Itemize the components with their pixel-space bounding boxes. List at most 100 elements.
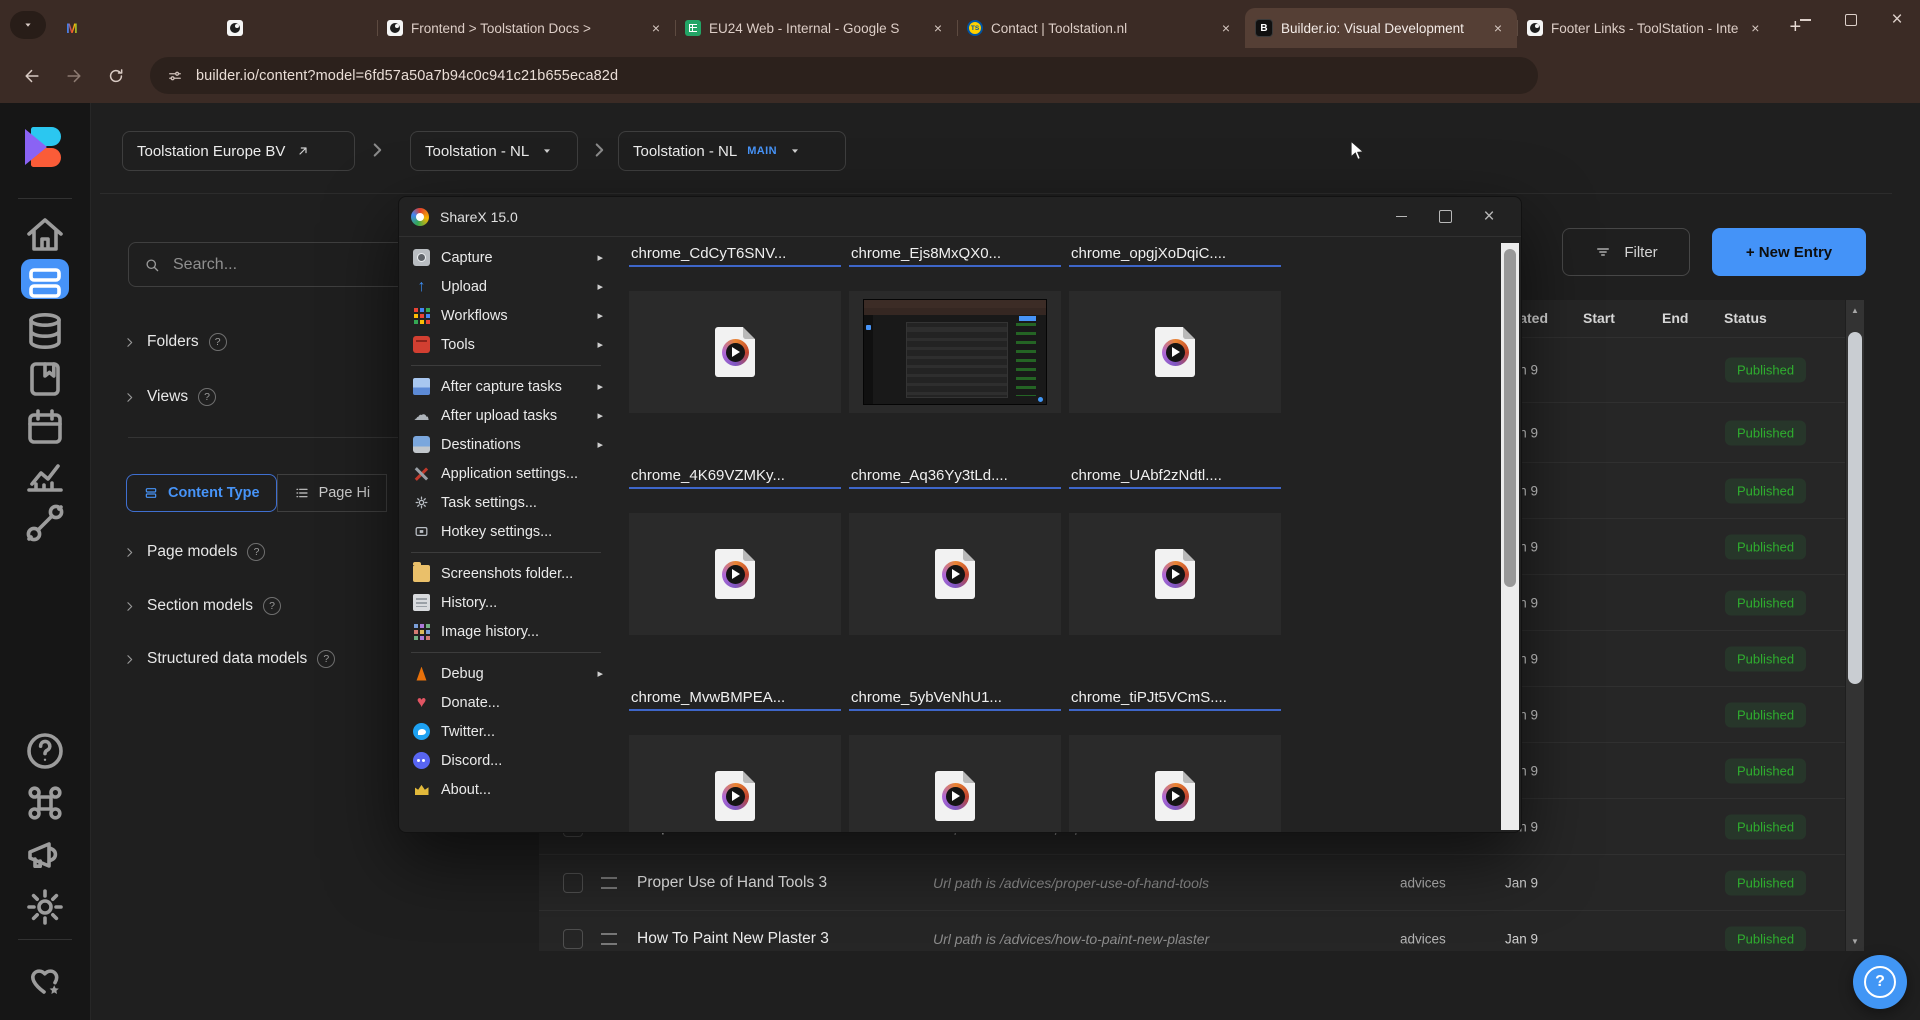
sidebar-rail-item[interactable] [21, 727, 69, 767]
file-item[interactable]: chrome_MvwBMPEA... [629, 687, 841, 833]
new-entry-button[interactable]: + New Entry [1712, 228, 1866, 276]
sharex-menu-item[interactable]: Discord... [399, 746, 615, 775]
row-title[interactable]: Proper Use of Hand Tools 3 [637, 874, 827, 892]
browser-tab[interactable] [92, 8, 377, 48]
file-name[interactable]: chrome_4K69VZMKy... [629, 465, 841, 489]
sidebar-rail-item[interactable] [21, 259, 69, 299]
file-thumbnail[interactable] [629, 291, 841, 413]
sidebar-rail-item[interactable] [21, 831, 69, 871]
window-close-button[interactable] [1874, 0, 1920, 40]
sidebar-rail-item[interactable] [21, 451, 69, 491]
sidebar-rail-item[interactable] [21, 307, 69, 347]
row-checkbox[interactable] [563, 873, 583, 893]
header-start[interactable]: Start [1583, 310, 1615, 326]
breadcrumb-org[interactable]: Toolstation Europe BV [122, 131, 355, 171]
screenshot-thumbnail[interactable] [849, 291, 1061, 413]
file-thumbnail[interactable] [1069, 735, 1281, 833]
sharex-menu-item[interactable]: About... [399, 775, 615, 804]
file-item[interactable]: chrome_opgjXoDqiC.... [1069, 243, 1281, 413]
file-item[interactable]: chrome_4K69VZMKy... [629, 465, 841, 635]
sharex-menu-item[interactable]: Twitter... [399, 717, 615, 746]
file-item[interactable]: chrome_Ejs8MxQX0... [849, 243, 1061, 413]
forward-icon[interactable] [64, 66, 84, 86]
header-status[interactable]: Status [1724, 310, 1767, 326]
sharex-menu-item[interactable]: History... [399, 588, 615, 617]
search-input[interactable]: Search... [128, 242, 422, 287]
sharex-minimize-button[interactable] [1379, 197, 1423, 237]
file-name[interactable]: chrome_Ejs8MxQX0... [849, 243, 1061, 267]
file-name[interactable]: chrome_opgjXoDqiC.... [1069, 243, 1281, 267]
file-item[interactable]: chrome_UAbf2zNdtl.... [1069, 465, 1281, 635]
sidebar-rail-item[interactable] [21, 779, 69, 819]
row-drag-handle-icon[interactable] [601, 877, 617, 889]
page-models-toggle[interactable]: Page models ? [122, 543, 265, 561]
help-circle-icon[interactable]: ? [247, 543, 265, 561]
browser-tab[interactable]: Contact | Toolstation.nl [957, 8, 1245, 48]
sharex-menu-item[interactable]: Capture ▸ [399, 243, 615, 272]
scrollbar-thumb[interactable] [1848, 332, 1862, 684]
file-item[interactable]: chrome_CdCyT6SNV... [629, 243, 841, 413]
row-drag-handle-icon[interactable] [601, 933, 617, 945]
sharex-scrollbar-thumb[interactable] [1504, 249, 1516, 587]
file-thumbnail[interactable] [629, 513, 841, 635]
table-scrollbar[interactable]: ▲ ▼ [1846, 300, 1864, 951]
sidebar-rail-item[interactable] [21, 883, 69, 923]
sharex-menu-item[interactable]: Application settings... [399, 459, 615, 488]
url-text[interactable]: builder.io/content?model=6fd57a50a7b94c0… [196, 68, 618, 84]
sharex-close-button[interactable] [1467, 197, 1511, 237]
section-models-toggle[interactable]: Section models ? [122, 597, 281, 615]
sharex-menu-item[interactable]: Upload ▸ [399, 272, 615, 301]
file-thumbnail[interactable] [1069, 291, 1281, 413]
file-name[interactable]: chrome_tiPJt5VCmS.... [1069, 687, 1281, 711]
tab-close-icon[interactable] [929, 19, 947, 37]
tab-close-icon[interactable] [647, 19, 665, 37]
sidebar-rail-item[interactable] [21, 211, 69, 251]
file-thumbnail[interactable] [849, 513, 1061, 635]
window-minimize-button[interactable] [1782, 0, 1828, 40]
browser-tab[interactable] [52, 8, 92, 48]
file-name[interactable]: chrome_5ybVeNhU1... [849, 687, 1061, 711]
sidebar-rail-item[interactable] [21, 499, 69, 539]
sharex-menu-item[interactable]: Image history... [399, 617, 615, 646]
sidebar-rail-item[interactable] [21, 956, 69, 996]
help-circle-icon[interactable]: ? [198, 388, 216, 406]
folders-section-toggle[interactable]: Folders ? [122, 333, 227, 351]
file-name[interactable]: chrome_Aq36Yy3tLd.... [849, 465, 1061, 489]
file-name[interactable]: chrome_UAbf2zNdtl.... [1069, 465, 1281, 489]
breadcrumb-model-dropdown[interactable]: Toolstation - NL MAIN [618, 131, 846, 171]
tab-content-type[interactable]: Content Type [126, 474, 277, 512]
file-thumbnail[interactable] [629, 735, 841, 833]
file-item[interactable]: chrome_tiPJt5VCmS.... [1069, 687, 1281, 833]
help-circle-icon[interactable]: ? [209, 333, 227, 351]
sharex-menu-item[interactable]: Task settings... [399, 488, 615, 517]
table-row[interactable]: How To Paint New Plaster 3 Url path is /… [539, 911, 1845, 951]
window-maximize-button[interactable] [1828, 0, 1874, 40]
views-section-toggle[interactable]: Views ? [122, 388, 216, 406]
sharex-menu-item[interactable]: Debug ▸ [399, 659, 615, 688]
structured-data-models-toggle[interactable]: Structured data models ? [122, 650, 335, 668]
builder-logo[interactable] [25, 127, 65, 167]
file-name[interactable]: chrome_MvwBMPEA... [629, 687, 841, 711]
browser-tab[interactable]: Footer Links - ToolStation - Inte [1517, 8, 1774, 48]
tab-search-chevron-button[interactable] [10, 11, 46, 39]
sharex-menu-item[interactable]: After upload tasks ▸ [399, 401, 615, 430]
sharex-menu-item[interactable]: Destinations ▸ [399, 430, 615, 459]
sharex-menu-item[interactable]: After capture tasks ▸ [399, 372, 615, 401]
sharex-menu-item[interactable]: Donate... [399, 688, 615, 717]
sidebar-rail-item[interactable] [21, 355, 69, 395]
sharex-maximize-button[interactable] [1423, 197, 1467, 237]
file-item[interactable]: chrome_5ybVeNhU1... [849, 687, 1061, 833]
table-row[interactable]: Proper Use of Hand Tools 3 Url path is /… [539, 855, 1845, 911]
sharex-menu-item[interactable]: Hotkey settings... [399, 517, 615, 546]
sidebar-rail-item[interactable] [21, 403, 69, 443]
help-circle-icon[interactable]: ? [263, 597, 281, 615]
sharex-scrollbar[interactable] [1501, 243, 1519, 830]
scroll-up-icon[interactable]: ▲ [1846, 302, 1864, 318]
address-bar[interactable]: builder.io/content?model=6fd57a50a7b94c0… [150, 57, 1538, 94]
back-icon[interactable] [22, 66, 42, 86]
tab-page-hierarchy[interactable]: Page Hi [277, 474, 388, 512]
sharex-menu-item[interactable]: Screenshots folder... [399, 559, 615, 588]
browser-tab[interactable]: Frontend > Toolstation Docs > [377, 8, 675, 48]
file-name[interactable]: chrome_CdCyT6SNV... [629, 243, 841, 267]
browser-tab[interactable]: EU24 Web - Internal - Google S [675, 8, 957, 48]
